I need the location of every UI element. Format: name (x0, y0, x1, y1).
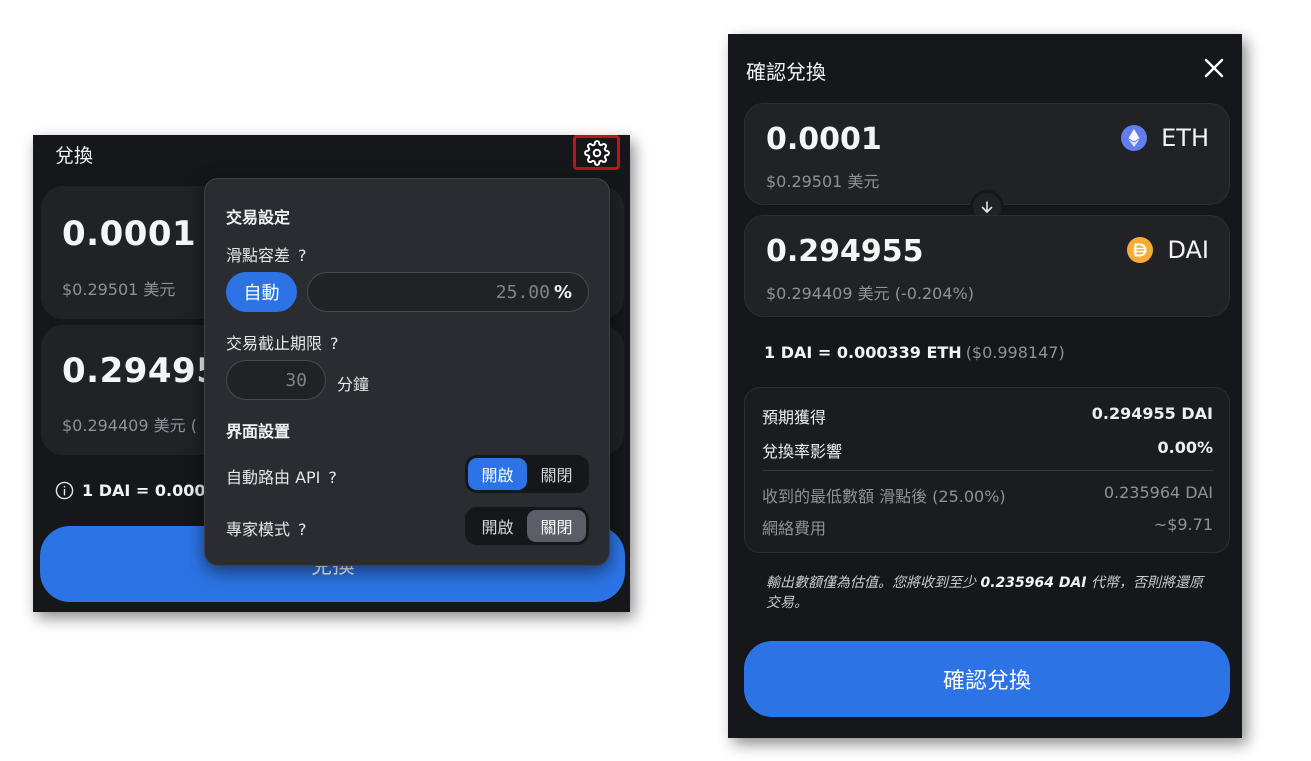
network-fee-row: 網絡費用 ~$9.71 (762, 515, 1213, 539)
deadline-unit: 分鐘 (337, 375, 370, 394)
trade-settings-heading: 交易設定 (226, 208, 291, 227)
interface-settings-heading: 界面設置 (226, 422, 291, 441)
estimate-note: 輸出數額僅為估值。您將收到至少 0.235964 DAI 代幣，否則將還原交易。 (766, 573, 1206, 613)
minimum-received-row: 收到的最低數額 滑點後 (25.00%) 0.235964 DAI (762, 483, 1213, 507)
confirm-to-amount: 0.294955 (766, 234, 924, 269)
exchange-rate-row[interactable]: 1 DAI = 0.0003 (55, 481, 217, 500)
expected-output-row: 預期獲得 0.294955 DAI (762, 404, 1213, 428)
confirm-swap-dialog: 確認兌換 0.0001 $0.29501 美元 ETH 0.294955 $0.… (728, 34, 1242, 738)
slippage-label: 滑點容差? (226, 242, 307, 266)
confirm-rate-usd: ($0.998147) (965, 343, 1065, 362)
expert-mode-on[interactable]: 開啟 (468, 510, 527, 542)
auto-slippage-button[interactable]: 自動 (226, 272, 297, 312)
to-usd-value: $0.294409 美元 ( (62, 416, 197, 435)
from-amount-input[interactable]: 0.0001 (62, 214, 196, 254)
settings-popup: 交易設定 滑點容差? 自動 25.00 % 交易截止期限? 30 分鐘 界面設置… (204, 178, 610, 566)
network-fee-value: ~$9.71 (1153, 515, 1213, 534)
auto-router-off[interactable]: 關閉 (527, 458, 586, 490)
arrow-down-icon (981, 201, 993, 213)
confirm-exchange-rate[interactable]: 1 DAI = 0.000339 ETH ($0.998147) (764, 343, 1065, 362)
details-divider (762, 470, 1213, 471)
note-amount: 0.235964 DAI (980, 575, 1087, 591)
auto-router-toggle[interactable]: 開啟 關閉 (465, 455, 589, 493)
swap-title: 兌換 (55, 145, 94, 167)
minimum-received-label: 收到的最低數額 滑點後 (25.00%) (762, 487, 1006, 506)
help-icon[interactable]: ? (328, 468, 337, 487)
price-impact-label: 兌換率影響 (762, 442, 843, 461)
minimum-received-value: 0.235964 DAI (1103, 483, 1213, 502)
auto-router-label: 自動路由 API? (226, 464, 337, 488)
deadline-input[interactable]: 30 (226, 360, 326, 400)
expected-output-label: 預期獲得 (762, 408, 827, 427)
expert-mode-label-text: 專家模式 (226, 520, 291, 539)
network-fee-label: 網絡費用 (762, 519, 827, 538)
expert-mode-toggle[interactable]: 開啟 關閉 (465, 507, 589, 545)
note-prefix: 輸出數額僅為估值。您將收到至少 (766, 575, 981, 591)
confirm-rate-text: 1 DAI = 0.000339 ETH (764, 343, 962, 362)
dai-logo-icon (1127, 237, 1154, 263)
help-icon[interactable]: ? (298, 246, 307, 265)
percent-sign: % (553, 281, 572, 303)
exchange-rate-text: 1 DAI = 0.0003 (82, 481, 217, 500)
confirm-from-usd: $0.29501 美元 (766, 172, 880, 191)
help-icon[interactable]: ? (330, 334, 339, 353)
expert-mode-label: 專家模式? (226, 516, 307, 540)
slippage-label-text: 滑點容差 (226, 246, 291, 265)
from-token: ETH (1121, 124, 1209, 152)
expected-output-value: 0.294955 DAI (1091, 404, 1213, 423)
deadline-label-text: 交易截止期限 (226, 334, 323, 353)
price-impact-row: 兌換率影響 0.00% (762, 438, 1213, 462)
from-usd-value: $0.29501 美元 (62, 280, 176, 299)
swap-details-box: 預期獲得 0.294955 DAI 兌換率影響 0.00% 收到的最低數額 滑點… (744, 387, 1230, 553)
dialog-title: 確認兌換 (746, 60, 826, 84)
to-token-symbol: DAI (1167, 236, 1209, 264)
info-icon (55, 481, 74, 500)
gear-icon (583, 139, 610, 166)
close-icon[interactable] (1202, 56, 1226, 80)
price-impact-value: 0.00% (1157, 438, 1213, 457)
to-token: DAI (1127, 236, 1209, 264)
deadline-label: 交易截止期限? (226, 330, 339, 354)
confirm-to-usd: $0.294409 美元 (-0.204%) (766, 284, 974, 303)
confirm-to-card: 0.294955 $0.294409 美元 (-0.204%) DAI (744, 215, 1230, 317)
from-token-symbol: ETH (1161, 124, 1209, 152)
auto-router-label-text: 自動路由 API (226, 468, 321, 487)
confirm-from-amount: 0.0001 (766, 122, 882, 157)
slippage-input[interactable]: 25.00 % (307, 272, 589, 312)
confirm-swap-button[interactable]: 確認兌換 (744, 641, 1230, 717)
eth-logo-icon (1121, 125, 1148, 151)
settings-button[interactable] (573, 135, 620, 170)
slippage-value: 25.00 (495, 281, 550, 303)
expert-mode-off[interactable]: 關閉 (527, 510, 586, 542)
help-icon[interactable]: ? (298, 520, 307, 539)
auto-router-on[interactable]: 開啟 (468, 458, 527, 490)
